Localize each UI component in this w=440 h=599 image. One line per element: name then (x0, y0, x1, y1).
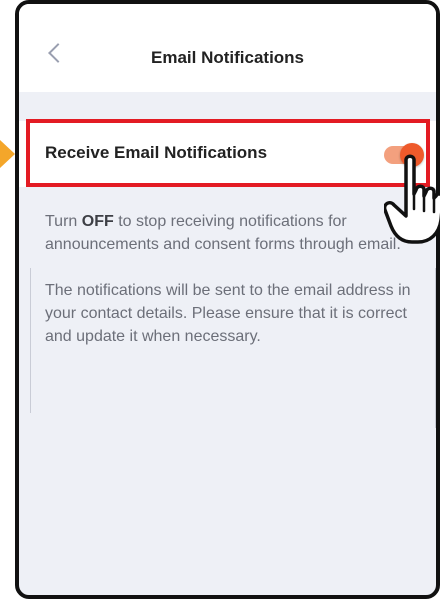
phone-frame: Email Notifications Receive Email Notifi… (15, 0, 440, 599)
description-contact: The notifications will be sent to the em… (45, 282, 411, 345)
header-bar: Email Notifications (19, 4, 436, 92)
description-off: Turn OFF to stop receiving notifications… (45, 213, 401, 253)
page-title: Email Notifications (150, 48, 305, 67)
divider-right (435, 268, 436, 428)
divider-left (30, 268, 31, 413)
hand-pointer-icon (384, 154, 440, 244)
highlight-box (26, 119, 430, 187)
off-emphasis: OFF (81, 213, 114, 230)
pointer-arrow-icon (0, 140, 15, 168)
